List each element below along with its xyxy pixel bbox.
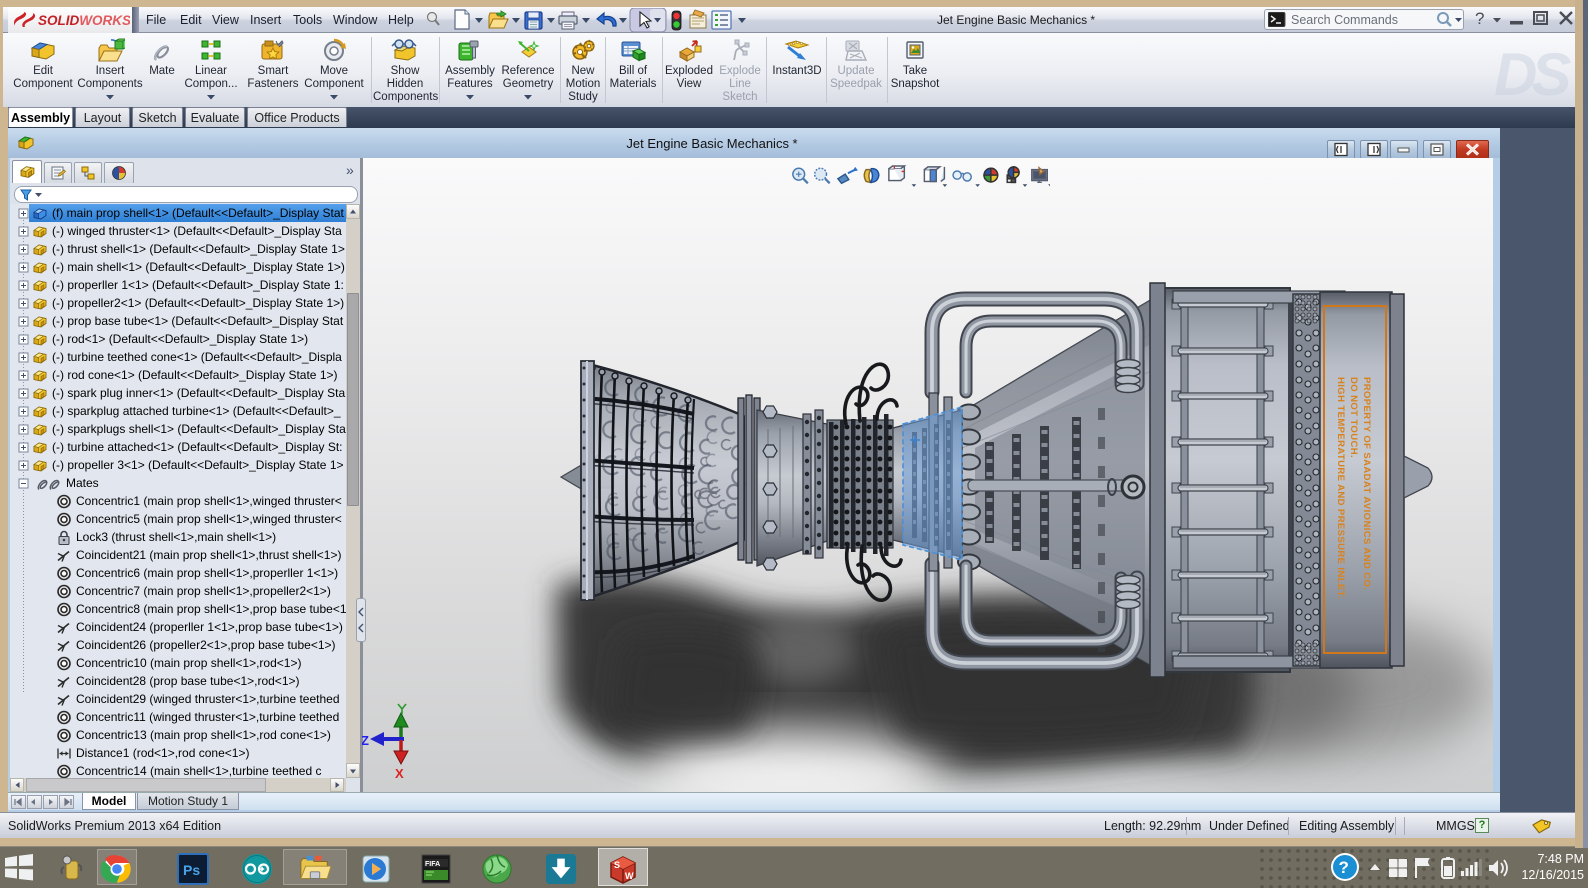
svg-text:HIGH TEMPERATURE AND PRESSURE: HIGH TEMPERATURE AND PRESSURE INLET. [1335, 377, 1346, 599]
svg-text:X: X [395, 766, 404, 781]
svg-text:Z: Z [362, 733, 369, 748]
svg-text:Ps: Ps [183, 862, 200, 878]
svg-text:SOLIDWORKS: SOLIDWORKS [38, 13, 130, 28]
svg-text:DO NOT TOUCH.: DO NOT TOUCH. [1348, 377, 1359, 458]
svg-text:PROPERTY OF SAADAT AVIONICS AN: PROPERTY OF SAADAT AVIONICS AND CO. [1361, 377, 1372, 590]
svg-text:S: S [614, 860, 620, 870]
svg-text:W: W [625, 871, 634, 881]
svg-text:FIFA: FIFA [425, 861, 440, 868]
svg-text:?: ? [1339, 858, 1349, 877]
